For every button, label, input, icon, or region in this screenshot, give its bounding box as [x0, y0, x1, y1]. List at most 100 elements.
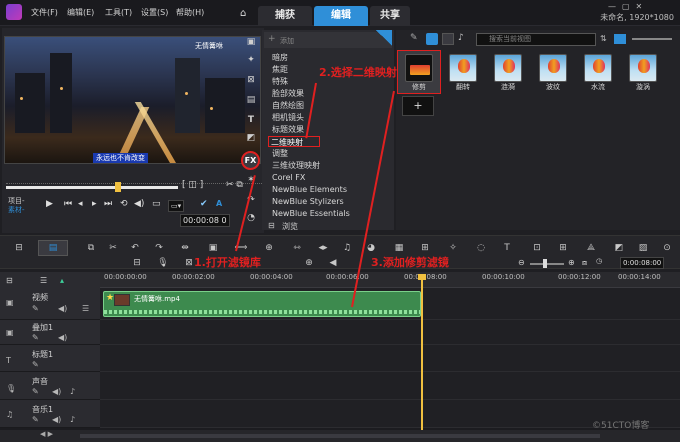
- video-track-icon[interactable]: ⊟: [130, 257, 144, 269]
- tab-edit[interactable]: 编辑: [314, 6, 368, 26]
- track-view-icon[interactable]: ⊟: [6, 276, 13, 285]
- add-icon[interactable]: +: [268, 34, 276, 44]
- zoom-slider[interactable]: [530, 263, 564, 265]
- hd-icon[interactable]: ▭: [152, 199, 161, 209]
- filter-thumb-whirlpool[interactable]: [629, 54, 657, 82]
- audio-duck-icon[interactable]: ⊕: [302, 257, 316, 269]
- view-grid-icon[interactable]: [614, 34, 626, 44]
- track-list-icon[interactable]: ☰: [40, 276, 47, 285]
- home-icon[interactable]: ⌂: [240, 8, 252, 20]
- media-icon[interactable]: ▣: [244, 36, 258, 48]
- motion-track-icon[interactable]: ⟁: [584, 242, 598, 254]
- start-button[interactable]: ⏮: [64, 199, 72, 209]
- playhead[interactable]: [421, 278, 423, 440]
- filter-favorite-icon[interactable]: ✎: [410, 33, 418, 43]
- menu-edit[interactable]: 编辑(E): [67, 7, 94, 18]
- magic-icon[interactable]: ✧: [446, 242, 460, 254]
- track-volume-icon[interactable]: ◀): [52, 387, 61, 396]
- color-icon[interactable]: ◕: [364, 242, 378, 254]
- preview-size-dropdown[interactable]: ▭▾: [168, 200, 185, 212]
- window-controls[interactable]: —▢✕: [608, 2, 648, 11]
- add-label[interactable]: 添加: [280, 36, 294, 46]
- browse-icon[interactable]: ⊟: [268, 221, 275, 230]
- category-title-effects[interactable]: 标题效果: [272, 124, 304, 135]
- video-clip[interactable]: ★ 无情篝咻.mp4: [103, 291, 421, 317]
- zoom-in-icon[interactable]: ⊕: [568, 258, 575, 267]
- timeline-scroll-arrows[interactable]: ◀ ▶: [40, 430, 53, 438]
- next-frame-button[interactable]: ▸: [92, 199, 97, 209]
- browse-label[interactable]: 浏览: [282, 221, 298, 232]
- track-row-title[interactable]: [100, 345, 680, 372]
- track-lock-icon[interactable]: ♪: [70, 387, 75, 396]
- tab-capture[interactable]: 捕获: [258, 6, 312, 26]
- split-icon[interactable]: ✂ ⧉: [226, 180, 243, 190]
- instant-project-icon[interactable]: ✦: [244, 54, 258, 66]
- track-edit-icon[interactable]: ✎: [32, 387, 39, 396]
- track-edit-icon[interactable]: ✎: [32, 415, 39, 424]
- ripple-icon[interactable]: ⇿: [290, 242, 304, 254]
- mark-icon[interactable]: ◂▸: [316, 242, 330, 254]
- settings-icon[interactable]: ⊙: [660, 242, 674, 254]
- timeline-view-button[interactable]: ▤: [38, 240, 68, 256]
- subtitle-icon[interactable]: ▦: [392, 242, 406, 254]
- filter-image-toggle[interactable]: [442, 33, 454, 45]
- scrub-handle[interactable]: [115, 182, 121, 192]
- category-2d-mapping[interactable]: 二维映射: [268, 136, 320, 147]
- timecode-display[interactable]: 00:00:08 0: [180, 214, 230, 227]
- track-volume-icon[interactable]: ◀): [52, 415, 61, 424]
- cut-icon[interactable]: ✂: [106, 242, 120, 254]
- menu-tools[interactable]: 工具(T): [105, 7, 132, 18]
- redo-icon[interactable]: ↷: [152, 242, 166, 254]
- zoom-time-display[interactable]: 0:00:08:00: [620, 257, 665, 269]
- transition-ab-icon[interactable]: ▤: [244, 94, 258, 106]
- zoom-out-icon[interactable]: ⊖: [518, 258, 525, 267]
- stop-motion-icon[interactable]: ◩: [612, 242, 626, 254]
- track-edit-icon[interactable]: ✎: [32, 304, 39, 313]
- volume-edit-icon[interactable]: ◀: [326, 257, 340, 269]
- filter-thumb-wave[interactable]: [539, 54, 567, 82]
- category-focus[interactable]: 焦距: [272, 64, 288, 75]
- title-icon[interactable]: T: [244, 114, 258, 126]
- filter-thumb-ripple[interactable]: [494, 54, 522, 82]
- category-newblue-stylizers[interactable]: NewBlue Stylizers: [272, 196, 344, 207]
- filter-thumb-water[interactable]: [584, 54, 612, 82]
- clip-mode-label[interactable]: 素材-: [8, 205, 25, 215]
- chapter-icon[interactable]: ⊞: [418, 242, 432, 254]
- zoom-handle[interactable]: [543, 259, 547, 268]
- track-expand-icon[interactable]: ▴: [60, 276, 64, 285]
- scrub-bar[interactable]: [6, 186, 178, 189]
- track-manager-icon[interactable]: ⧉: [84, 242, 98, 254]
- category-face-effects[interactable]: 脸部效果: [272, 88, 304, 99]
- track-row-overlay[interactable]: [100, 320, 680, 345]
- graphics-icon[interactable]: ◩: [244, 132, 258, 144]
- transition-icon[interactable]: ⊠: [244, 74, 258, 86]
- search-input[interactable]: 搜索当前视图: [476, 33, 596, 46]
- category-adjust[interactable]: 调整: [272, 148, 288, 159]
- storyboard-view-icon[interactable]: ⊟: [12, 242, 26, 254]
- category-natural-painting[interactable]: 自然绘图: [272, 100, 304, 111]
- filter-audio-icon[interactable]: ♪: [458, 33, 464, 43]
- prev-frame-button[interactable]: ◂: [78, 199, 83, 209]
- trim-bar[interactable]: [6, 170, 262, 184]
- play-button[interactable]: ▶: [46, 199, 53, 209]
- audio-mix-icon[interactable]: ♫: [340, 242, 354, 254]
- undo-icon[interactable]: ↶: [128, 242, 142, 254]
- filter-library-button[interactable]: FX: [241, 151, 260, 170]
- multicam-icon[interactable]: ⊡: [530, 242, 544, 254]
- 3d-title-icon[interactable]: T: [500, 242, 514, 254]
- track-volume-icon[interactable]: ◀): [58, 304, 67, 313]
- filter-thumb-crop[interactable]: [405, 54, 433, 82]
- menu-settings[interactable]: 设置(S): [141, 7, 168, 18]
- split-screen-icon[interactable]: ⊞: [556, 242, 570, 254]
- tab-share[interactable]: 共享: [370, 6, 410, 26]
- track-edit-icon[interactable]: ✎: [32, 333, 39, 342]
- trim-markers-icon[interactable]: [ ◫ ]: [182, 180, 203, 190]
- fit-icon[interactable]: ⇹: [178, 242, 192, 254]
- track-ripple-icon[interactable]: ☰: [82, 304, 89, 313]
- fit-timeline-icon[interactable]: ⧈: [582, 258, 587, 268]
- snap-icon[interactable]: ⊕: [262, 242, 276, 254]
- timeline-scrollbar[interactable]: [80, 434, 600, 438]
- repeat-button[interactable]: ⟲: [120, 199, 128, 209]
- filter-thumb-flip[interactable]: [449, 54, 477, 82]
- category-camera-lens[interactable]: 相机镜头: [272, 112, 304, 123]
